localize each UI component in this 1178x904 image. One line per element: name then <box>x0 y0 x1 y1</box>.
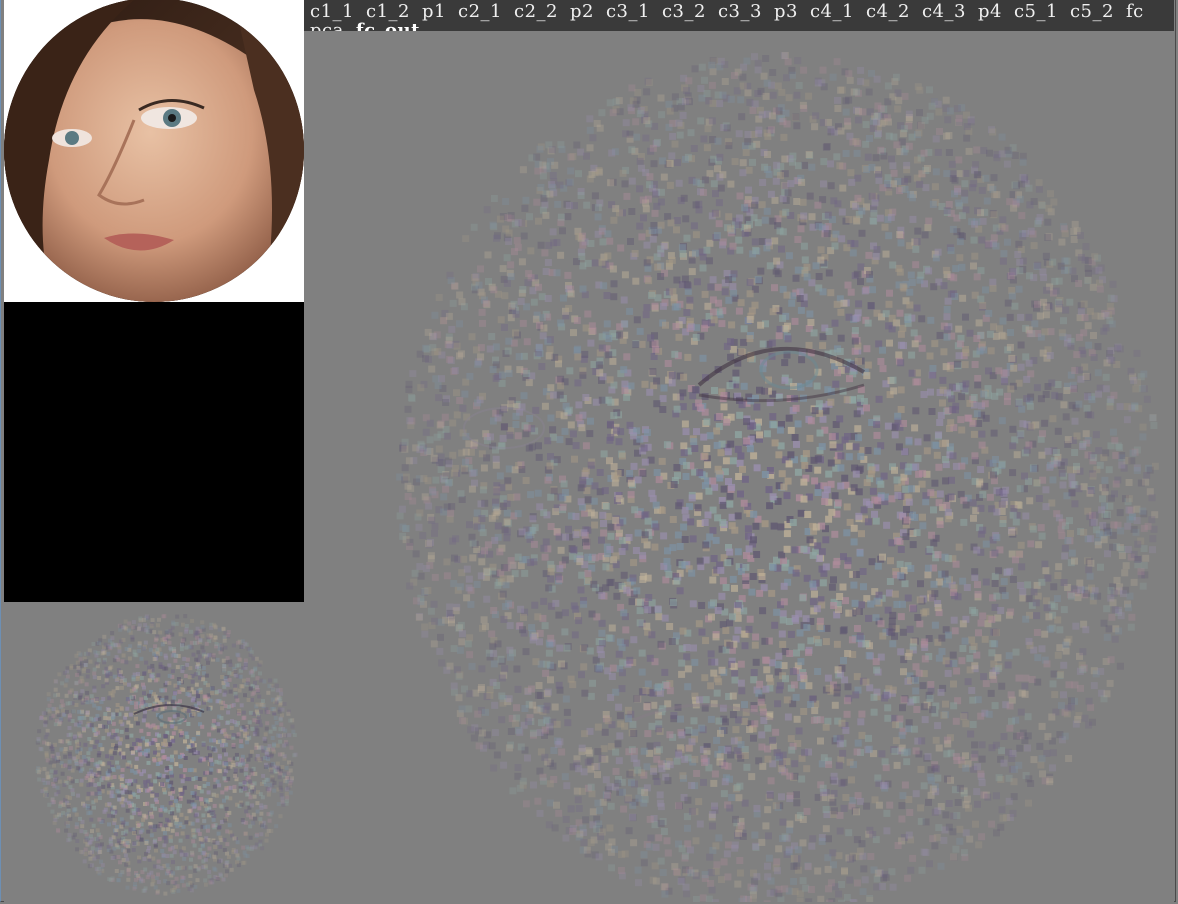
layer-tab-p2[interactable]: p2 <box>570 2 594 21</box>
layer-tab-c4-1[interactable]: c4_1 <box>810 2 854 21</box>
layer-tab-p4[interactable]: p4 <box>978 2 1002 21</box>
layer-tab-c2-2[interactable]: c2_2 <box>514 2 558 21</box>
thumbnail-visualization[interactable] <box>4 602 304 902</box>
layer-tab-c5-2[interactable]: c5_2 <box>1070 2 1114 21</box>
layer-tab-fc-out[interactable]: fc_out <box>356 21 420 31</box>
layer-tab-fc[interactable]: fc <box>1126 2 1144 21</box>
layer-tab-c1-2[interactable]: c1_2 <box>366 2 410 21</box>
layer-selector-bar: c1_1 c1_2 p1 c2_1 c2_2 p2 c3_1 c3_2 c3_3 p3 c4_1 c4… <box>304 0 1174 31</box>
thumbnail-canvas <box>4 602 304 902</box>
layer-tab-c4-2[interactable]: c4_2 <box>866 2 910 21</box>
layer-tab-p1[interactable]: p1 <box>422 2 446 21</box>
layer-tab-p3[interactable]: p3 <box>774 2 798 21</box>
feature-visualization-canvas <box>304 0 1174 902</box>
layer-tab-c5-1[interactable]: c5_1 <box>1014 2 1058 21</box>
layer-tab-c3-3[interactable]: c3_3 <box>718 2 762 21</box>
layer-tab-c4-3[interactable]: c4_3 <box>922 2 966 21</box>
main-visualization[interactable] <box>304 0 1174 902</box>
portrait-image <box>4 0 304 302</box>
layer-tab-c3-1[interactable]: c3_1 <box>606 2 650 21</box>
layer-tab-c3-2[interactable]: c3_2 <box>662 2 706 21</box>
output-preview-panel <box>4 302 304 602</box>
layer-tab-pca[interactable]: pca <box>310 21 344 31</box>
layer-tab-c2-1[interactable]: c2_1 <box>458 2 502 21</box>
input-image-panel[interactable] <box>4 0 304 302</box>
layer-tab-c1-1[interactable]: c1_1 <box>310 2 354 21</box>
